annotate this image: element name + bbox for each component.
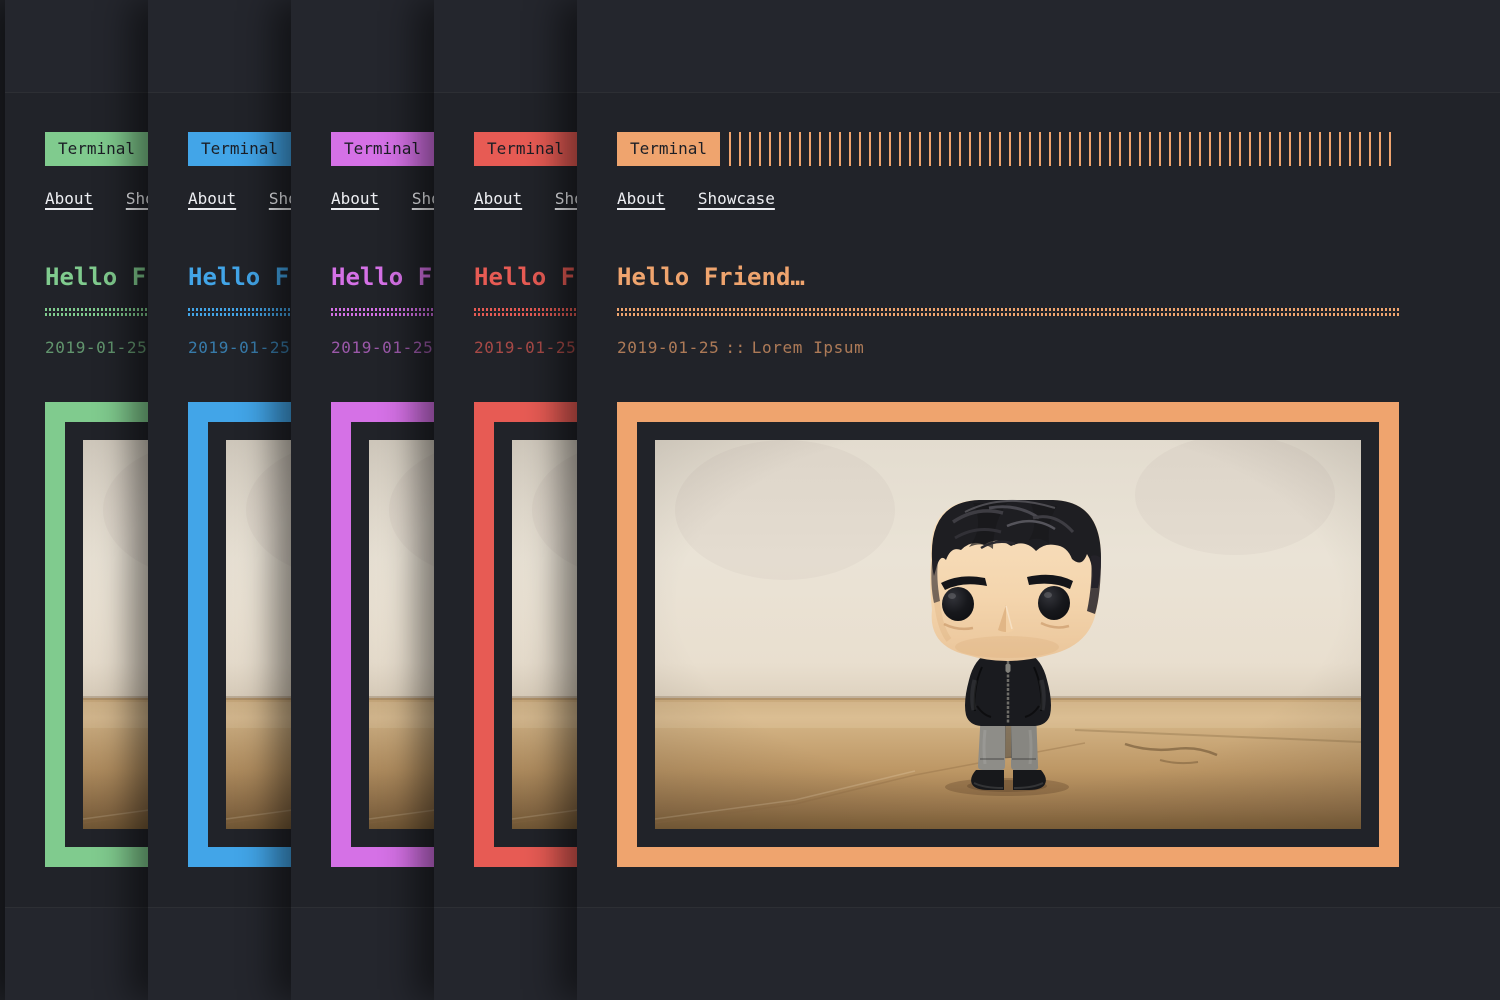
nav-link-about[interactable]: About	[617, 189, 665, 208]
nav-link-showcase[interactable]: Showcase	[698, 189, 775, 208]
site-logo[interactable]: Terminal	[188, 132, 291, 166]
site-header: Terminal	[617, 132, 1399, 166]
theme-panel-orange: Terminal About Showcase Hello Friend… 20…	[577, 0, 1500, 1000]
post-date: 2019-01-25	[188, 338, 290, 357]
site-logo[interactable]: Terminal	[617, 132, 720, 166]
post-title-divider	[617, 308, 1399, 316]
header-bars-decoration	[729, 132, 1399, 166]
panel-top-strip	[577, 0, 1500, 92]
post-date: 2019-01-25	[617, 338, 719, 357]
site-logo[interactable]: Terminal	[45, 132, 148, 166]
post-meta: 2019-01-25::Lorem Ipsum	[617, 338, 864, 358]
site-nav: About Showcase	[617, 188, 798, 210]
site-logo[interactable]: Terminal	[331, 132, 434, 166]
site-logo[interactable]: Terminal	[474, 132, 577, 166]
post-date: 2019-01-25	[474, 338, 576, 357]
post-meta-separator: ::	[725, 338, 745, 357]
post-title: Hello Friend…	[617, 262, 805, 292]
funko-figure-photo	[655, 440, 1361, 829]
panel-bottom-strip	[577, 908, 1500, 1000]
post-date: 2019-01-25	[331, 338, 433, 357]
post-date: 2019-01-25	[45, 338, 147, 357]
nav-link-about[interactable]: About	[188, 189, 236, 208]
post-image-frame	[617, 402, 1399, 867]
nav-link-about[interactable]: About	[45, 189, 93, 208]
site-page: Terminal About Showcase Hello Friend… 20…	[577, 92, 1500, 908]
post-category: Lorem Ipsum	[752, 338, 865, 357]
theme-showcase-canvas: Terminal About Showcase Hello Friend… 20…	[0, 0, 1500, 1000]
nav-link-about[interactable]: About	[474, 189, 522, 208]
nav-link-about[interactable]: About	[331, 189, 379, 208]
